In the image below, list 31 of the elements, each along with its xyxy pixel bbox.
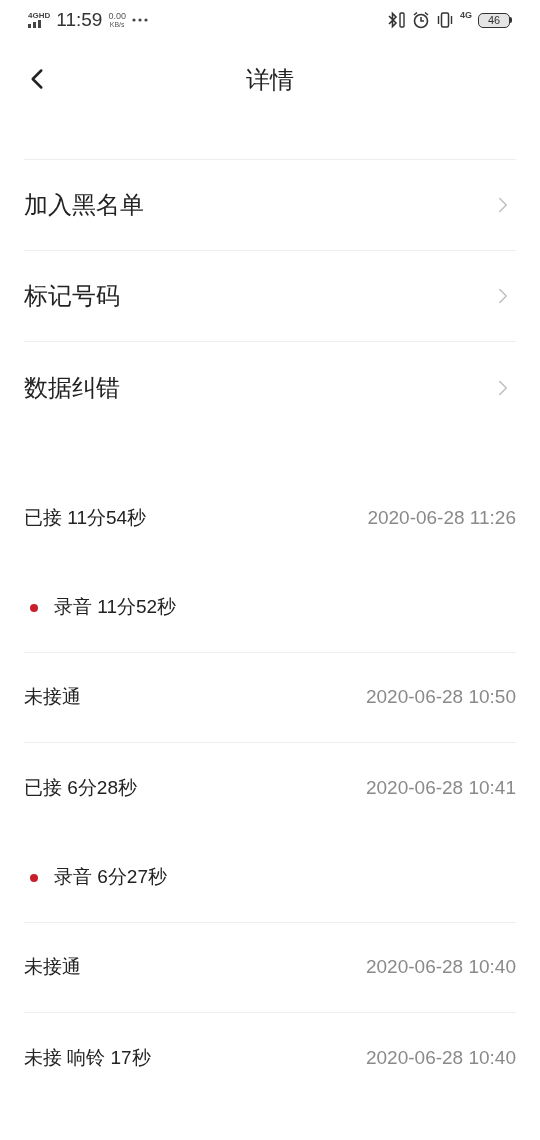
more-icon <box>131 18 148 22</box>
call-status: 已接 11分54秒 <box>24 505 147 530</box>
menu-item-label: 标记号码 <box>24 281 120 311</box>
recording-dot-icon <box>30 873 38 882</box>
call-time: 2020-06-28 10:40 <box>366 1045 516 1070</box>
menu-item-label: 数据纠错 <box>24 372 120 403</box>
call-status: 未接 响铃 17秒 <box>24 1045 151 1070</box>
menu-item[interactable]: 数据纠错 <box>24 342 516 433</box>
call-status: 已接 6分28秒 <box>24 775 137 800</box>
call-time: 2020-06-28 11:26 <box>367 505 516 530</box>
menu-item-label: 加入黑名单 <box>24 190 144 220</box>
call-time: 2020-06-28 10:41 <box>366 775 516 800</box>
recording-label[interactable]: 录音 6分27秒 <box>54 863 167 892</box>
recording-dot-icon <box>30 603 38 612</box>
call-time: 2020-06-28 10:50 <box>366 685 516 710</box>
battery-indicator: 46 <box>478 12 512 28</box>
recording-label[interactable]: 录音 11分52秒 <box>54 593 177 622</box>
menu-item[interactable]: 标记号码 <box>24 251 516 342</box>
alarm-icon <box>412 11 430 29</box>
call-status: 未接通 <box>24 685 81 710</box>
bluetooth-icon <box>386 11 406 29</box>
call-status: 未接通 <box>24 955 81 980</box>
speed-value: 0.00 <box>108 12 126 21</box>
signal-icon <box>28 20 44 28</box>
vibrate-icon <box>436 11 454 29</box>
menu-item[interactable]: 加入黑名单 <box>24 160 516 251</box>
network-label: 4GHD <box>28 12 51 20</box>
clock-time: 11:59 <box>56 7 103 32</box>
call-time: 2020-06-28 10:40 <box>366 955 516 980</box>
network-label: 4G <box>460 9 472 23</box>
page-title: 详情 <box>246 65 294 95</box>
